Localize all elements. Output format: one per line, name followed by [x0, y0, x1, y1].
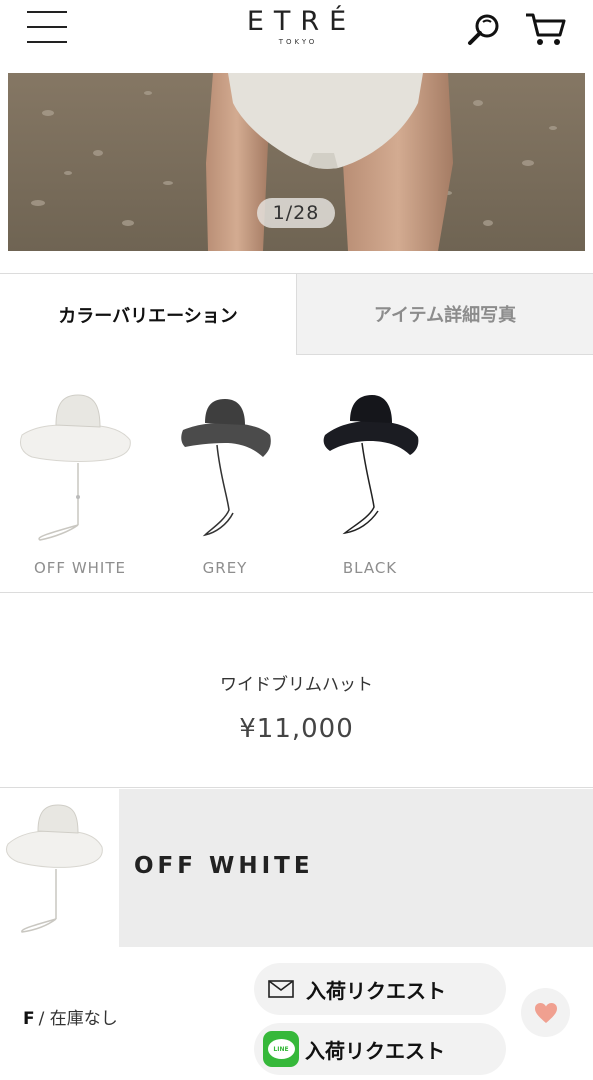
product-price: ¥11,000	[239, 714, 354, 744]
black-hat-image	[323, 395, 419, 535]
line-app-icon: LINE	[263, 1031, 299, 1067]
selected-color-panel: OFF WHITE	[119, 789, 593, 947]
image-counter: 1/28	[257, 198, 335, 228]
site-logo[interactable]: ETRÉ TOKYO	[0, 6, 593, 46]
logo-subtitle: TOKYO	[278, 38, 318, 46]
color-variation-label: BLACK	[342, 559, 398, 577]
mail-restock-request-button[interactable]: 入荷リクエスト	[254, 963, 506, 1015]
cart-icon[interactable]	[524, 10, 568, 48]
selected-color-thumbnail	[0, 789, 119, 947]
product-name: ワイドブリムハット	[220, 675, 373, 695]
detail-tabs: カラーバリエーション アイテム詳細写真	[0, 273, 593, 355]
heart-icon	[534, 1002, 557, 1023]
color-variation-label: GREY	[202, 559, 248, 577]
selected-color-row: OFF WHITE	[0, 789, 593, 947]
line-badge-text: LINE	[267, 1039, 295, 1059]
search-icon[interactable]	[466, 10, 504, 48]
favorite-button[interactable]	[521, 988, 570, 1037]
color-variation-grey[interactable]: GREY	[155, 385, 295, 585]
product-info: ワイドブリムハット ¥11,000	[0, 594, 593, 788]
color-variation-black[interactable]: BLACK	[300, 385, 440, 585]
stock-status: 在庫なし	[49, 1009, 118, 1029]
line-restock-request-button[interactable]: LINE 入荷リクエスト	[254, 1023, 506, 1075]
selected-color-name: OFF WHITE	[134, 853, 314, 879]
color-variation-list: OFF WHITE GREY BLACK	[0, 355, 593, 593]
off-white-hat-image	[19, 394, 131, 541]
mail-icon	[268, 980, 294, 998]
tab-item-detail-photos[interactable]: アイテム詳細写真	[296, 273, 593, 355]
grey-hat-image	[181, 399, 271, 537]
size-separator: /	[38, 1009, 45, 1029]
stock-row: F / 在庫なし 入荷リクエスト LINE 入荷リクエスト	[0, 948, 593, 1080]
line-restock-request-label: 入荷リクエスト	[305, 1038, 445, 1063]
size-label: F	[23, 1009, 35, 1029]
color-variation-label: OFF WHITE	[33, 559, 126, 577]
color-variation-off-white[interactable]: OFF WHITE	[10, 385, 150, 585]
site-header: ETRÉ TOKYO	[0, 0, 593, 73]
size-stock-status: F / 在庫なし	[23, 1004, 118, 1029]
tab-color-variation[interactable]: カラーバリエーション	[0, 273, 296, 355]
mail-restock-request-label: 入荷リクエスト	[306, 978, 446, 1003]
logo-wordmark: ETRÉ	[246, 6, 357, 37]
